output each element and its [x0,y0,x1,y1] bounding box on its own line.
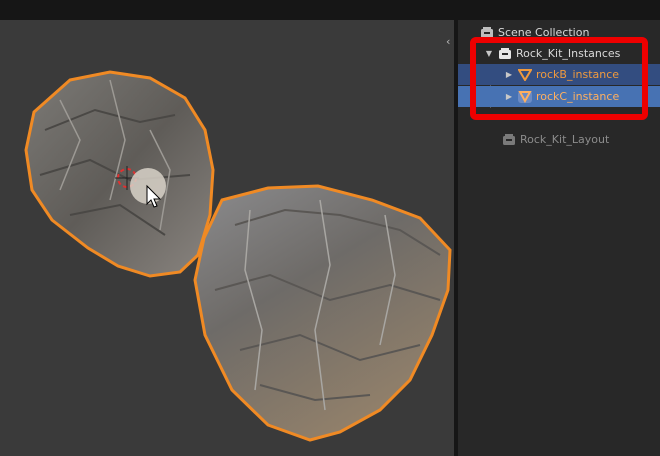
scene-collection-icon [480,26,494,39]
chevron-left-icon[interactable]: ‹ [446,36,450,48]
rock-left[interactable] [24,70,215,278]
empty-instance-icon [517,68,533,82]
empty-instance-icon [518,90,532,103]
outliner-panel: Scene Collection ▼ Rock_Kit_Instances ▶ … [458,20,660,456]
object-label: rockC_instance [536,90,620,103]
chevron-right-icon[interactable]: ▶ [504,92,514,101]
scene-collection-label: Scene Collection [498,26,590,39]
object-label: rockB_instance [536,68,620,81]
collection-icon [502,133,516,146]
header-bar [0,0,660,20]
outliner-item-rock-kit-layout[interactable]: Rock_Kit_Layout [458,129,660,150]
3d-viewport[interactable] [0,20,454,456]
outliner-item-rockc-instance[interactable]: ▶ rockC_instance [458,86,660,107]
collection-label: Rock_Kit_Instances [516,47,621,60]
rock-right[interactable] [193,184,452,442]
outliner-item-rock-kit-instances[interactable]: ▼ Rock_Kit_Instances [458,43,660,64]
outliner-item-rockb-instance[interactable]: ▶ rockB_instance [458,64,660,85]
viewport-scene [24,70,452,442]
chevron-down-icon[interactable]: ▼ [484,49,494,58]
collection-label: Rock_Kit_Layout [520,133,610,146]
collection-icon [498,47,512,60]
blender-window: ‹ Scene Collection ▼ Rock_Kit_Instances … [0,0,660,456]
outliner-scene-collection[interactable]: Scene Collection [458,22,660,43]
chevron-right-icon[interactable]: ▶ [504,70,514,79]
